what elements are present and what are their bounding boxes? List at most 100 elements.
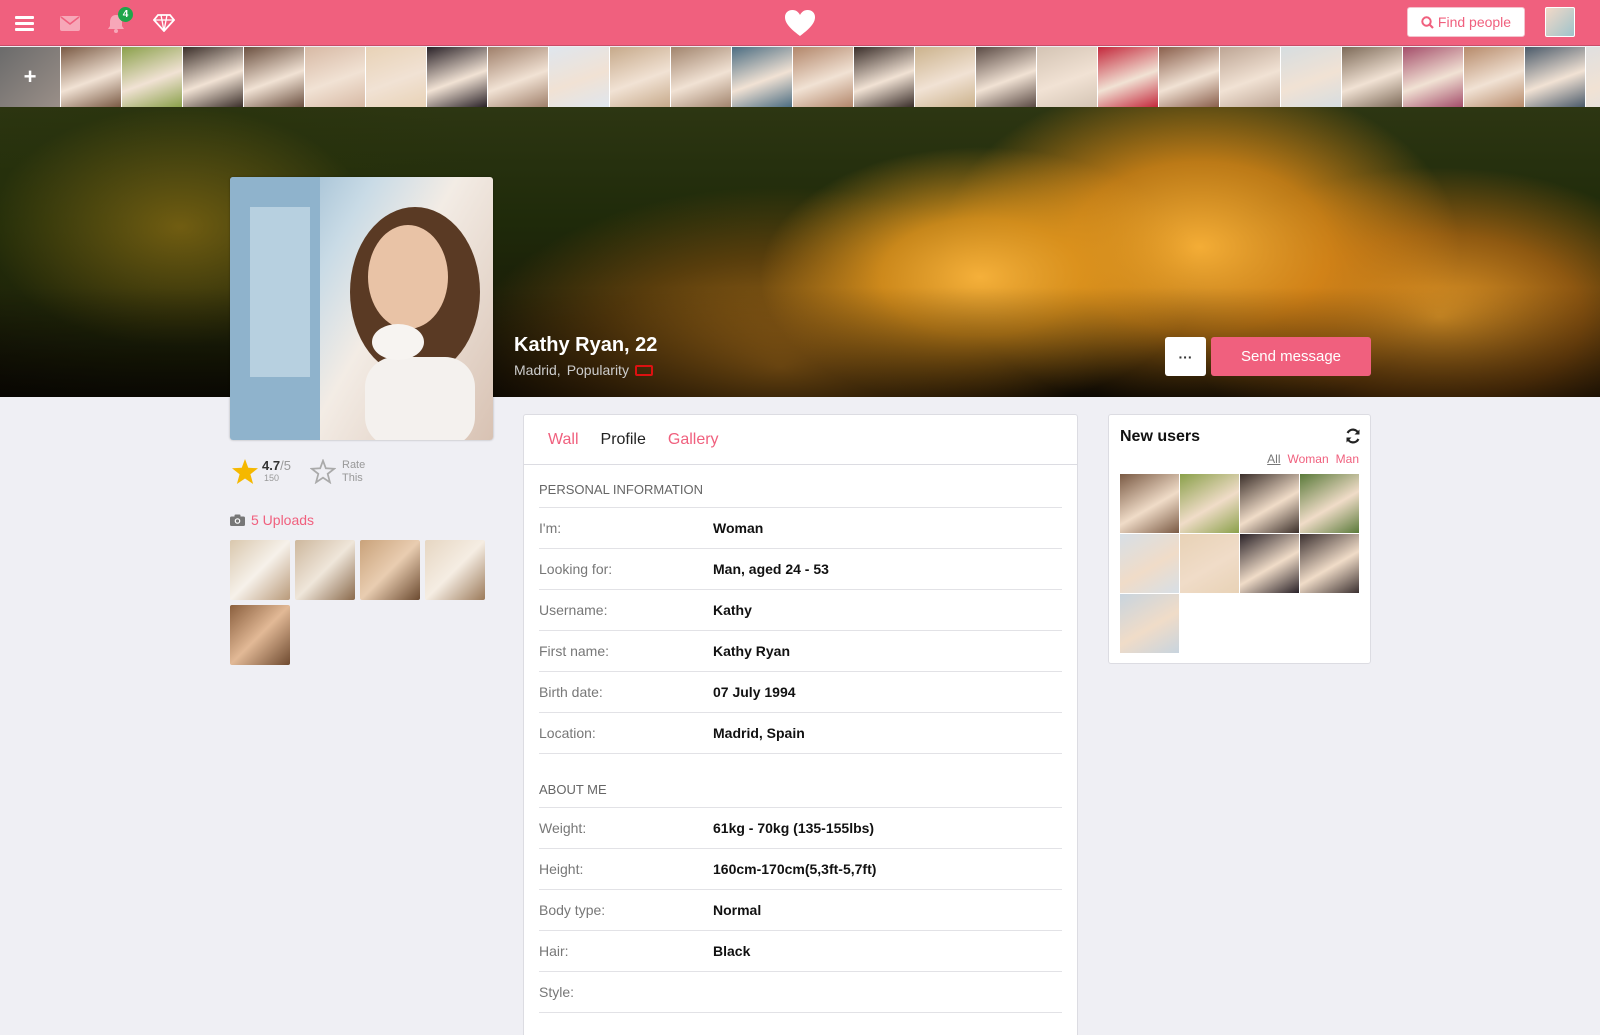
notifications-bell-icon[interactable]: 4 (104, 0, 133, 46)
strip-user-photo[interactable] (732, 47, 793, 107)
strip-user-photo[interactable] (1098, 47, 1159, 107)
diamond-icon[interactable] (152, 0, 176, 46)
strip-user-photo[interactable] (915, 47, 976, 107)
new-user-photo[interactable] (1120, 474, 1179, 533)
strip-user-photo[interactable] (976, 47, 1037, 107)
rating-display: 4.7/5 150 (232, 459, 291, 484)
strip-user-photo[interactable] (61, 47, 122, 107)
tab-gallery[interactable]: Gallery (668, 431, 719, 449)
strip-user-photo[interactable] (1403, 47, 1464, 107)
more-options-button[interactable]: ··· (1165, 337, 1206, 376)
personal-info-list: I'm: Woman Looking for: Man, aged 24 - 53 Us… (524, 508, 1077, 754)
strip-user-photo[interactable] (366, 47, 427, 107)
strip-user-photo[interactable] (1342, 47, 1403, 107)
user-photo-strip: + (0, 47, 1600, 107)
notification-count-badge: 4 (118, 7, 133, 22)
rating-max: /5 (280, 458, 291, 473)
add-icon: + (23, 64, 37, 89)
about-me-field-value: 160cm-170cm(5,3ft-5,7ft) (713, 861, 877, 877)
about-me-row: Style: (539, 972, 1062, 1013)
strip-user-photo[interactable] (549, 47, 610, 107)
new-user-photo[interactable] (1120, 534, 1179, 593)
find-people-button[interactable]: Find people (1407, 7, 1525, 37)
send-message-button[interactable]: Send message (1211, 337, 1371, 376)
strip-user-photo[interactable] (1525, 47, 1586, 107)
new-user-photo[interactable] (1180, 474, 1239, 533)
strip-user-photo[interactable] (244, 47, 305, 107)
profile-name-age: Kathy Ryan, 22 (514, 334, 658, 356)
strip-user-photo[interactable] (305, 47, 366, 107)
filter-all[interactable]: All (1267, 452, 1280, 466)
strip-user-photo[interactable] (1464, 47, 1525, 107)
new-user-photo[interactable] (1240, 474, 1299, 533)
new-user-photo[interactable] (1300, 474, 1359, 533)
upload-thumbnail[interactable] (295, 540, 355, 600)
about-me-field-label: Body type: (539, 902, 606, 918)
profile-details-card: Wall Profile Gallery PERSONAL INFORMATIO… (523, 414, 1078, 1035)
upload-thumbnail[interactable] (425, 540, 485, 600)
mail-icon[interactable] (58, 0, 82, 46)
about-me-heading: ABOUT ME (539, 754, 1062, 808)
star-filled-icon (232, 459, 258, 484)
uploads-label: 5 Uploads (251, 512, 315, 528)
menu-icon[interactable] (12, 0, 36, 46)
filter-man[interactable]: Man (1336, 452, 1359, 466)
tab-profile[interactable]: Profile (601, 431, 646, 449)
about-me-row: Weight: 61kg - 70kg (135-155lbs) (539, 808, 1062, 849)
heart-logo-icon[interactable] (783, 0, 817, 46)
personal-info-row: Looking for: Man, aged 24 - 53 (539, 549, 1062, 590)
add-photo-button[interactable]: + (0, 47, 61, 107)
strip-user-photo[interactable] (854, 47, 915, 107)
tab-wall[interactable]: Wall (548, 431, 579, 449)
about-me-row: Body type: Normal (539, 890, 1062, 931)
about-me-field-label: Style: (539, 984, 575, 1000)
about-me-field-label: Height: (539, 861, 584, 877)
profile-city: Madrid, (514, 362, 561, 378)
personal-info-field-label: Location: (539, 725, 596, 741)
strip-user-photo[interactable] (1281, 47, 1342, 107)
personal-info-row: Location: Madrid, Spain (539, 713, 1062, 754)
strip-user-photo[interactable] (122, 47, 183, 107)
new-user-photo[interactable] (1300, 534, 1359, 593)
rate-this-label-1: Rate (342, 459, 366, 471)
refresh-icon[interactable] (1345, 428, 1361, 449)
strip-user-photo[interactable] (793, 47, 854, 107)
about-me-row: Height: 160cm-170cm(5,3ft-5,7ft) (539, 849, 1062, 890)
upload-thumbnail[interactable] (230, 540, 290, 600)
about-me-row: Hair: Black (539, 931, 1062, 972)
rate-this-label-2: This (342, 472, 363, 484)
upload-thumbnail[interactable] (230, 605, 290, 665)
camera-icon (230, 514, 245, 526)
strip-user-photo[interactable] (1220, 47, 1281, 107)
new-users-filters: All Woman Man (1267, 452, 1359, 466)
new-user-photo[interactable] (1120, 594, 1179, 653)
search-icon (1421, 15, 1434, 29)
new-users-grid (1120, 474, 1362, 653)
about-me-field-value: Black (713, 943, 751, 959)
strip-user-photo[interactable] (183, 47, 244, 107)
about-me-field-label: Weight: (539, 820, 587, 836)
strip-user-photo[interactable] (1586, 47, 1600, 107)
filter-woman[interactable]: Woman (1288, 452, 1329, 466)
personal-info-field-label: Username: (539, 602, 608, 618)
new-user-photo[interactable] (1180, 534, 1239, 593)
personal-info-field-value: Woman (713, 520, 764, 536)
strip-user-photo[interactable] (1159, 47, 1220, 107)
personal-info-field-value: Madrid, Spain (713, 725, 805, 741)
rate-this-button[interactable]: Rate This (310, 459, 365, 485)
strip-user-photo[interactable] (671, 47, 732, 107)
strip-user-photo[interactable] (427, 47, 488, 107)
current-user-avatar[interactable] (1545, 7, 1575, 37)
personal-info-row: Birth date: 07 July 1994 (539, 672, 1062, 713)
about-me-field-value: 61kg - 70kg (135-155lbs) (713, 820, 875, 836)
uploads-link[interactable]: 5 Uploads (230, 512, 314, 528)
about-me-field-label: Hair: (539, 943, 569, 959)
strip-user-photo[interactable] (1037, 47, 1098, 107)
upload-thumbnail[interactable] (360, 540, 420, 600)
personal-info-field-label: First name: (539, 643, 610, 659)
profile-photo[interactable] (230, 177, 493, 440)
new-user-photo[interactable] (1240, 534, 1299, 593)
strip-user-photo[interactable] (610, 47, 671, 107)
strip-user-photo[interactable] (488, 47, 549, 107)
personal-info-field-value: 07 July 1994 (713, 684, 796, 700)
